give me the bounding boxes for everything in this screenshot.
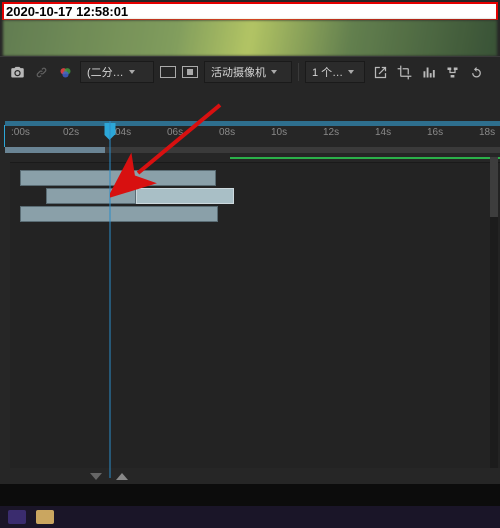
tracks-area[interactable]: ↔ <box>10 162 500 468</box>
chevron-down-icon <box>129 70 135 74</box>
ruler-tick-label: 12s <box>323 127 339 138</box>
flowchart-icon[interactable] <box>443 63 461 81</box>
ruler-tick-label: 10s <box>271 127 287 138</box>
composition-preview <box>3 20 497 56</box>
roi-icon[interactable] <box>182 66 198 78</box>
views-label: 1 个… <box>312 64 343 80</box>
work-area-bar <box>5 147 500 153</box>
playhead-line <box>110 121 111 478</box>
time-ruler[interactable]: :00s 02s 04s 06s 08s 10s 12s 14s 16s 18s <box>5 121 500 149</box>
preview-toolbar: (二分… 活动摄像机 1 个… <box>0 56 500 88</box>
ruler-tick-label: 06s <box>167 127 183 138</box>
timeline-panel: :00s 02s 04s 06s 08s 10s 12s 14s 16s 18s ↔ <box>0 87 500 528</box>
layer-clip[interactable] <box>20 170 216 186</box>
camera-label: 活动摄像机 <box>211 64 266 80</box>
os-taskbar <box>0 506 500 528</box>
scrollbar-thumb[interactable] <box>490 157 498 217</box>
transparency-grid-icon[interactable] <box>160 66 176 78</box>
taskbar-app-ae[interactable] <box>8 510 26 524</box>
vertical-scrollbar[interactable] <box>490 157 498 468</box>
ruler-tick-label: 04s <box>115 127 131 138</box>
ruler-tick-label: 14s <box>375 127 391 138</box>
toolbar-separator <box>298 63 299 81</box>
window-frame-bottom <box>0 484 500 506</box>
layer-clip[interactable] <box>136 188 234 204</box>
link-icon[interactable] <box>32 63 50 81</box>
resolution-label: (二分… <box>87 64 124 80</box>
crop-icon[interactable] <box>395 63 413 81</box>
timeline-nav-bar <box>0 468 500 484</box>
stats-icon[interactable] <box>419 63 437 81</box>
share-icon[interactable] <box>371 63 389 81</box>
snapshot-icon[interactable] <box>8 63 26 81</box>
work-area-strip[interactable] <box>5 121 500 126</box>
camera-dropdown[interactable]: 活动摄像机 <box>204 61 292 83</box>
views-dropdown[interactable]: 1 个… <box>305 61 365 83</box>
resolution-dropdown[interactable]: (二分… <box>80 61 154 83</box>
ruler-tick-label: :00s <box>11 127 30 138</box>
zoom-out-icon[interactable] <box>90 473 102 480</box>
channels-icon[interactable] <box>56 63 74 81</box>
work-area-range[interactable] <box>5 147 105 153</box>
zoom-in-icon[interactable] <box>116 473 128 480</box>
taskbar-app-explorer[interactable] <box>36 510 54 524</box>
ruler-tick-label: 02s <box>63 127 79 138</box>
chevron-down-icon <box>348 70 354 74</box>
reset-exposure-icon[interactable] <box>467 63 485 81</box>
layer-clip[interactable] <box>20 206 218 222</box>
ruler-tick-label: 18s <box>479 127 495 138</box>
timestamp-text: 2020-10-17 12:58:01 <box>6 4 128 19</box>
render-status-bar <box>230 157 500 159</box>
layer-clip[interactable] <box>46 188 136 204</box>
timestamp-overlay: 2020-10-17 12:58:01 <box>2 2 498 20</box>
ruler-tick-label: 08s <box>219 127 235 138</box>
ruler-tick-label: 16s <box>427 127 443 138</box>
chevron-down-icon <box>271 70 277 74</box>
